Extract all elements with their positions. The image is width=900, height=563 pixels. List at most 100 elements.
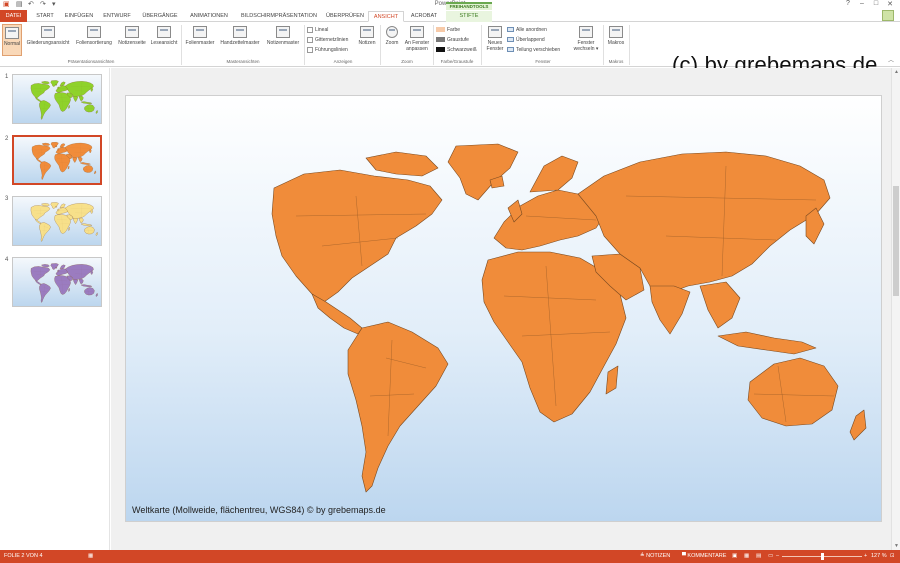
fit-to-window-button[interactable]: An Fenster anpassen — [402, 24, 432, 56]
zoom-out-icon[interactable]: – — [776, 550, 779, 563]
thumbnail-map-1 — [30, 80, 98, 120]
normal-view-button[interactable]: Normal — [2, 24, 22, 56]
outline-view-icon — [41, 26, 55, 38]
macros-button[interactable]: Makros — [605, 24, 627, 56]
fit-slide-icon[interactable]: ⊡ — [890, 550, 895, 563]
new-window-icon — [488, 26, 502, 38]
notes-toggle-button[interactable]: ≜ NOTIZEN — [640, 550, 670, 563]
scrollbar-thumb[interactable] — [893, 186, 899, 296]
slide-master-button[interactable]: Folienmaster — [183, 24, 217, 56]
thumbnail-map-2 — [31, 142, 97, 180]
help-button[interactable]: ? — [842, 0, 854, 8]
cascade-button[interactable]: Überlappend — [507, 36, 545, 44]
black-white-swatch-icon — [436, 47, 445, 53]
zoom-in-icon[interactable]: + — [864, 550, 867, 563]
scandinavia-shape-thumb — [59, 143, 66, 148]
north-america-shape — [271, 169, 443, 303]
user-avatar[interactable] — [882, 10, 894, 21]
india-shape-thumb — [73, 96, 78, 102]
group-label-color: Farbe/Graustufe — [440, 59, 474, 64]
tab-start[interactable]: START — [30, 11, 60, 22]
handout-master-button[interactable]: Handzettelmaster — [217, 24, 263, 56]
reading-view-button[interactable]: Leseansicht — [149, 24, 179, 56]
indonesia-shape — [717, 331, 817, 355]
scroll-down-icon[interactable]: ▼ — [892, 542, 900, 550]
reading-view-status-icon[interactable]: ▤ — [756, 550, 761, 563]
notes-button[interactable]: Notizen — [356, 24, 378, 56]
southeast-asia-shape-thumb — [78, 278, 84, 285]
arctic-islands-shape-thumb — [41, 81, 50, 85]
australia-shape-thumb — [84, 287, 95, 296]
outline-view-button[interactable]: Gliederungsansicht — [24, 24, 72, 56]
slide-sorter-button[interactable]: Foliensortierung — [73, 24, 115, 56]
color-mode-button[interactable]: Farbe — [436, 26, 460, 34]
tab-entwurf[interactable]: ENTWURF — [100, 11, 134, 22]
minimize-button[interactable]: – — [856, 0, 868, 8]
arctic-islands-shape-thumb — [41, 203, 50, 207]
slide-thumbnail-1[interactable] — [12, 74, 102, 124]
thumbnail-number: 4 — [5, 257, 9, 263]
madagascar-shape-thumb — [67, 165, 70, 170]
tab-stifte[interactable]: STIFTE — [446, 11, 492, 22]
india-shape-thumb — [73, 279, 78, 285]
central-america-shape-thumb — [35, 219, 42, 224]
group-label-presentation-views: Präsentationsansichten — [67, 59, 115, 64]
tab-acrobat[interactable]: ACROBAT — [406, 11, 442, 22]
arrange-all-icon — [507, 27, 514, 33]
thumbnail-map-4 — [30, 263, 98, 303]
australia-shape-thumb — [83, 165, 94, 173]
tab-uebergaenge[interactable]: ÜBERGÄNGE — [138, 11, 182, 22]
tab-bildschirmpraesentation[interactable]: BILDSCHIRMPRÄSENTATION — [236, 11, 322, 22]
ruler-checkbox[interactable]: Lineal — [307, 26, 328, 34]
comments-toggle-button[interactable]: ▀ KOMMENTARE — [682, 550, 726, 563]
southeast-asia-shape-thumb — [78, 95, 84, 102]
tab-animationen[interactable]: ANIMATIONEN — [184, 11, 234, 22]
collapse-ribbon-icon[interactable]: ︿ — [888, 55, 894, 64]
maximize-button[interactable]: □ — [870, 0, 882, 8]
zoom-slider-handle[interactable] — [821, 553, 824, 560]
indonesia-shape-thumb — [80, 223, 93, 227]
slide-sorter-icon — [87, 26, 101, 38]
tab-ansicht[interactable]: ANSICHT — [368, 11, 404, 22]
black-white-button[interactable]: Schwarzweiß — [436, 46, 477, 54]
slide-thumbnail-2[interactable] — [12, 135, 102, 185]
notes-page-button[interactable]: Notizenseite — [115, 24, 149, 56]
slide-thumbnail-3[interactable] — [12, 196, 102, 246]
vertical-scrollbar[interactable]: ▲ ▼ — [891, 68, 900, 550]
group-label-zoom: Zoom — [401, 59, 413, 64]
thumbnail-map-3 — [30, 202, 98, 242]
new-window-button[interactable]: Neues Fenster — [484, 24, 506, 56]
group-label-master-views: Masteransichten — [226, 59, 260, 64]
move-split-button[interactable]: Teilung verschieben — [507, 46, 560, 54]
southeast-asia-shape — [699, 281, 741, 329]
status-bar: FOLIE 2 VON 4 ▦ ≜ NOTIZEN ▀ KOMMENTARE ▣… — [0, 550, 900, 563]
notes-master-button[interactable]: Notizenmaster — [263, 24, 303, 56]
slideshow-status-icon[interactable]: ▭ — [768, 550, 773, 563]
normal-view-status-icon[interactable]: ▣ — [732, 550, 737, 563]
current-slide[interactable]: Weltkarte (Mollweide, flächentreu, WGS84… — [125, 95, 882, 522]
new-zealand-shape-thumb — [95, 232, 98, 236]
tab-datei[interactable]: DATEI — [0, 10, 27, 22]
slide-sorter-status-icon[interactable]: ▦ — [744, 550, 749, 563]
gridlines-checkbox[interactable]: Gitternetzlinien — [307, 36, 348, 44]
guides-checkbox[interactable]: Führungslinien — [307, 46, 348, 54]
slide-editing-area: Weltkarte (Mollweide, flächentreu, WGS84… — [111, 68, 891, 550]
zoom-button[interactable]: Zoom — [382, 24, 402, 56]
ribbon: Normal Gliederungsansicht Foliensortieru… — [0, 22, 900, 77]
close-button[interactable]: ✕ — [884, 0, 896, 8]
zoom-level[interactable]: 127 % — [871, 550, 887, 563]
tab-ueberpruefen[interactable]: ÜBERPRÜFEN — [324, 11, 366, 22]
scroll-up-icon[interactable]: ▲ — [892, 68, 900, 76]
color-swatch-icon — [436, 27, 445, 33]
spellcheck-icon[interactable]: ▦ — [88, 550, 93, 563]
slide-master-icon — [193, 26, 207, 38]
grayscale-button[interactable]: Graustufe — [436, 36, 469, 44]
madagascar-shape — [605, 365, 619, 395]
switch-windows-button[interactable]: Fenster wechseln ▾ — [571, 24, 601, 56]
india-shape-thumb — [72, 157, 78, 163]
arrange-all-button[interactable]: Alle anordnen — [507, 26, 547, 34]
slide-thumbnail-pane: 1 2 3 4 — [0, 68, 110, 550]
slide-thumbnail-4[interactable] — [12, 257, 102, 307]
tab-einfuegen[interactable]: EINFÜGEN — [62, 11, 96, 22]
slide-counter: FOLIE 2 VON 4 — [4, 553, 43, 559]
